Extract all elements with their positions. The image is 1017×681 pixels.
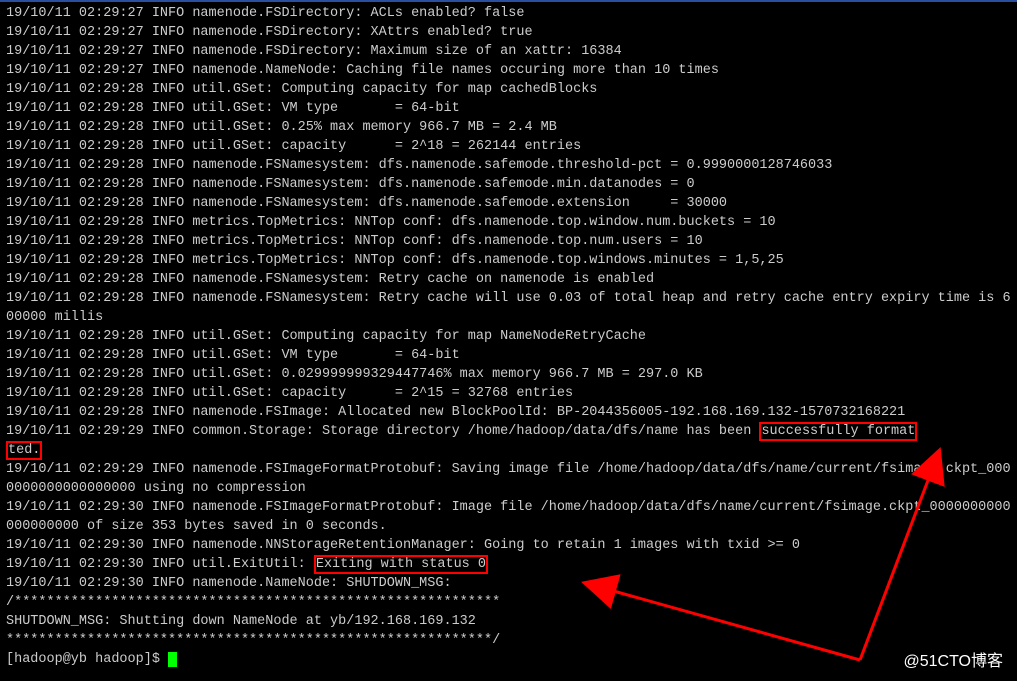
watermark: @51CTO博客 (903, 647, 1003, 671)
log-line: 19/10/11 02:29:28 INFO util.GSet: 0.25% … (6, 120, 557, 135)
log-line: 19/10/11 02:29:28 INFO util.GSet: VM typ… (6, 101, 460, 116)
log-line: SHUTDOWN_MSG: Shutting down NameNode at … (6, 614, 476, 629)
log-line: 19/10/11 02:29:28 INFO namenode.FSImage:… (6, 405, 905, 420)
log-line: 19/10/11 02:29:28 INFO namenode.FSNamesy… (6, 196, 727, 211)
log-line: 19/10/11 02:29:28 INFO util.GSet: VM typ… (6, 348, 460, 363)
shell-prompt[interactable]: [hadoop@yb hadoop]$ (6, 652, 168, 667)
terminal-output[interactable]: 19/10/11 02:29:27 INFO namenode.FSDirect… (0, 0, 1017, 669)
log-line: 19/10/11 02:29:28 INFO namenode.FSNamesy… (6, 272, 654, 287)
highlight-exit: Exiting with status 0 (314, 555, 488, 574)
log-line: 19/10/11 02:29:28 INFO util.GSet: capaci… (6, 139, 581, 154)
log-line: 19/10/11 02:29:27 INFO namenode.FSDirect… (6, 6, 524, 21)
log-line: 19/10/11 02:29:30 INFO namenode.NameNode… (6, 576, 452, 591)
log-line: 19/10/11 02:29:27 INFO namenode.NameNode… (6, 63, 719, 78)
log-line: 19/10/11 02:29:28 INFO util.GSet: Comput… (6, 82, 597, 97)
cursor (168, 652, 177, 667)
log-line: 19/10/11 02:29:30 INFO util.ExitUtil: (6, 557, 314, 572)
log-line: 19/10/11 02:29:29 INFO namenode.FSImageF… (6, 462, 1011, 496)
log-line: 19/10/11 02:29:28 INFO util.GSet: 0.0299… (6, 367, 703, 382)
log-line: 19/10/11 02:29:27 INFO namenode.FSDirect… (6, 44, 622, 59)
log-line: 19/10/11 02:29:28 INFO util.GSet: Comput… (6, 329, 646, 344)
log-line: 19/10/11 02:29:28 INFO metrics.TopMetric… (6, 253, 784, 268)
log-line: 19/10/11 02:29:28 INFO metrics.TopMetric… (6, 215, 776, 230)
log-line: 19/10/11 02:29:27 INFO namenode.FSDirect… (6, 25, 533, 40)
log-line: 19/10/11 02:29:28 INFO namenode.FSNamesy… (6, 158, 832, 173)
log-line: 19/10/11 02:29:28 INFO metrics.TopMetric… (6, 234, 703, 249)
log-line: 19/10/11 02:29:30 INFO namenode.NNStorag… (6, 538, 800, 553)
log-line: ****************************************… (6, 633, 500, 648)
log-line: /***************************************… (6, 595, 500, 610)
log-line: 19/10/11 02:29:29 INFO common.Storage: S… (6, 424, 759, 439)
highlight-success: successfully format (759, 422, 917, 441)
highlight-success-cont: ted. (6, 441, 42, 460)
log-line: 19/10/11 02:29:28 INFO util.GSet: capaci… (6, 386, 573, 401)
log-line: 19/10/11 02:29:28 INFO namenode.FSNamesy… (6, 291, 1011, 325)
title-bar (0, 0, 1017, 2)
log-line: 19/10/11 02:29:30 INFO namenode.FSImageF… (6, 500, 1011, 534)
log-line: 19/10/11 02:29:28 INFO namenode.FSNamesy… (6, 177, 695, 192)
